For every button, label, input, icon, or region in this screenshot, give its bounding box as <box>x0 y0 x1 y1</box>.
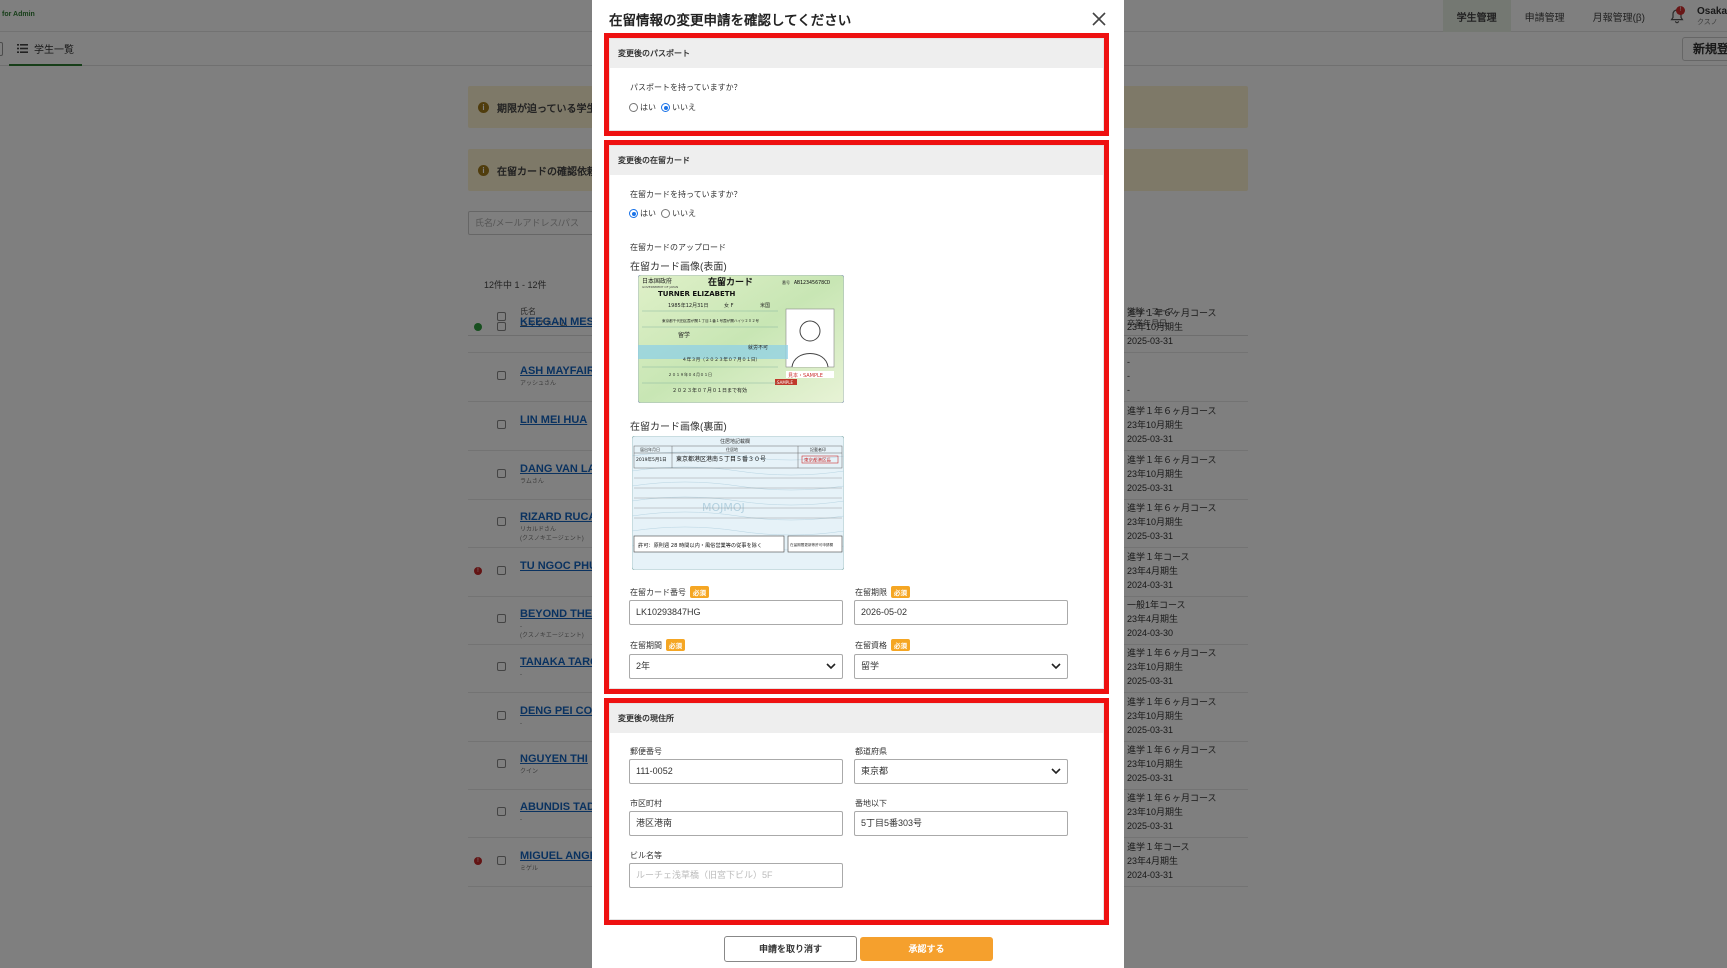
city-label: 市区町村 <box>630 799 662 808</box>
chevron-down-icon <box>1051 768 1061 775</box>
card-front-country-en: GOVERNMENT OF JAPAN <box>642 285 678 289</box>
approve-button[interactable]: 承認する <box>860 937 993 961</box>
card-front-number-label: 番号 <box>782 279 790 285</box>
card-back-apply-label: 在留期間更新等許可申請欄 <box>790 542 834 547</box>
prefecture-select[interactable]: 東京都 <box>854 759 1068 784</box>
street-label: 番地以下 <box>855 799 887 808</box>
status-select[interactable]: 留学 <box>854 654 1068 679</box>
address-section: 変更後の現住所 郵便番号 111-0052 都道府県 東京都 市区町村 港区港南… <box>604 698 1109 925</box>
card-front-name: TURNER ELIZABETH <box>658 290 736 298</box>
passport-radio-group: はい いいえ <box>629 102 696 113</box>
zip-label: 郵便番号 <box>630 747 662 756</box>
card-front-nationality: 米国 <box>760 302 770 309</box>
card-front-country: 日本国政府 <box>642 277 672 285</box>
card-front-image: 見本・SAMPLE SAMPLE 日本国政府 GOVERNMENT OF JAP… <box>638 275 844 403</box>
zip-input[interactable]: 111-0052 <box>629 759 843 784</box>
card-back-image: MOJMOJ 住居地記載欄 届出年月日 住居地 記載者印 2019年5月1日 東… <box>632 436 844 570</box>
card-front-address: 東京都千代田区霞が関１丁目１番１号霞が関ハイツ２０２号 <box>662 318 759 323</box>
street-input[interactable]: 5丁目5番303号 <box>854 811 1068 836</box>
card-back-address: 東京都港区港南５丁目５番３０号 <box>676 455 766 463</box>
passport-section: 変更後のパスポート パスポートを持っていますか？ はい いいえ <box>604 33 1109 136</box>
card-upload-label: 在留カードのアップロード <box>630 243 726 252</box>
passport-yes-radio[interactable] <box>629 103 638 112</box>
card-question: 在留カードを持っていますか？ <box>630 190 742 199</box>
prefecture-value: 東京都 <box>861 766 889 776</box>
required-badge: 必須 <box>666 639 685 651</box>
modal-title: 在留情報の変更申請を確認してください <box>609 13 852 28</box>
section-heading: 変更後の在留カード <box>610 146 1103 175</box>
passport-no-radio[interactable] <box>661 103 670 112</box>
card-radio-group: はい いいえ <box>629 208 696 219</box>
card-back-col-stamp: 記載者印 <box>810 446 826 452</box>
close-icon[interactable] <box>1090 10 1108 28</box>
chevron-down-icon <box>1051 663 1061 670</box>
expiry-label-text: 在留期限 <box>855 587 887 597</box>
period-value: 2年 <box>636 661 651 671</box>
card-front-label: 在留カード画像(表面) <box>630 262 727 273</box>
expiry-date-input[interactable]: 2026-05-02 <box>854 600 1068 625</box>
passport-no-label: いいえ <box>672 103 696 112</box>
card-back-label: 在留カード画像(裏面) <box>630 422 727 433</box>
building-input[interactable]: ルーチェ浅草橋（旧宮下ビル）5F <box>629 863 843 888</box>
card-number-label-text: 在留カード番号 <box>630 587 686 597</box>
card-back-permit: 許可：原則週 28 時間以内・風俗営業等の従事を除く <box>638 541 762 549</box>
card-yes-radio[interactable] <box>629 209 638 218</box>
card-front-sex: 女 F <box>724 302 734 309</box>
status-value: 留学 <box>861 661 880 671</box>
period-label-text: 在留期間 <box>630 640 662 650</box>
card-front-tag: SAMPLE <box>777 380 793 385</box>
card-back-col-address: 住居地 <box>726 446 738 452</box>
card-front-status: 留学 <box>678 331 690 339</box>
city-input[interactable]: 港区港南 <box>629 811 843 836</box>
residence-card-section: 変更後の在留カード 在留カードを持っていますか？ はい いいえ 在留カードのアッ… <box>604 140 1109 694</box>
period-label: 在留期間 必須 <box>630 639 685 651</box>
status-label: 在留資格 必須 <box>855 639 910 651</box>
card-front-title: 在留カード <box>708 276 753 288</box>
card-front-permit-date: ２０１９年０４月０１日 <box>668 371 712 377</box>
card-front-number: AB12345678CD <box>794 280 830 286</box>
card-front-expiry: ２０２３年０７月０１日まで有効 <box>672 387 747 394</box>
passport-question: パスポートを持っていますか？ <box>630 83 742 92</box>
building-label: ビル名等 <box>630 851 662 860</box>
required-badge: 必須 <box>690 586 709 598</box>
card-back-watermark: MOJMOJ <box>702 501 745 514</box>
period-select[interactable]: 2年 <box>629 654 843 679</box>
section-heading: 変更後のパスポート <box>610 39 1103 68</box>
cancel-application-button[interactable]: 申請を取り消す <box>724 936 857 962</box>
required-badge: 必須 <box>891 639 910 651</box>
section-heading: 変更後の現住所 <box>610 704 1103 733</box>
status-label-text: 在留資格 <box>855 640 887 650</box>
card-back-date: 2019年5月1日 <box>636 456 667 463</box>
card-number-label: 在留カード番号 必須 <box>630 586 709 598</box>
prefecture-label: 都道府県 <box>855 747 887 756</box>
confirm-modal: 在留情報の変更申請を確認してください 変更後のパスポート パスポートを持っていま… <box>592 0 1124 968</box>
card-front-period: ４年３月（２０２３年０７月０１日） <box>682 356 760 363</box>
card-no-radio[interactable] <box>661 209 670 218</box>
card-front-stamp: 見本・SAMPLE <box>788 372 823 379</box>
card-front-work: 就労不可 <box>748 344 768 351</box>
expiry-label: 在留期限 必須 <box>855 586 910 598</box>
required-badge: 必須 <box>891 586 910 598</box>
card-front-dob: 1985年12月31日 <box>668 302 708 309</box>
chevron-down-icon <box>826 663 836 670</box>
card-yes-label: はい <box>640 209 656 218</box>
card-number-input[interactable]: LK10293847HG <box>629 600 843 625</box>
card-back-heading: 住居地記載欄 <box>720 438 750 445</box>
card-no-label: いいえ <box>672 209 696 218</box>
card-back-stamp: 東京都港区長 <box>804 457 831 464</box>
passport-yes-label: はい <box>640 103 656 112</box>
card-back-col-date: 届出年月日 <box>640 446 660 452</box>
